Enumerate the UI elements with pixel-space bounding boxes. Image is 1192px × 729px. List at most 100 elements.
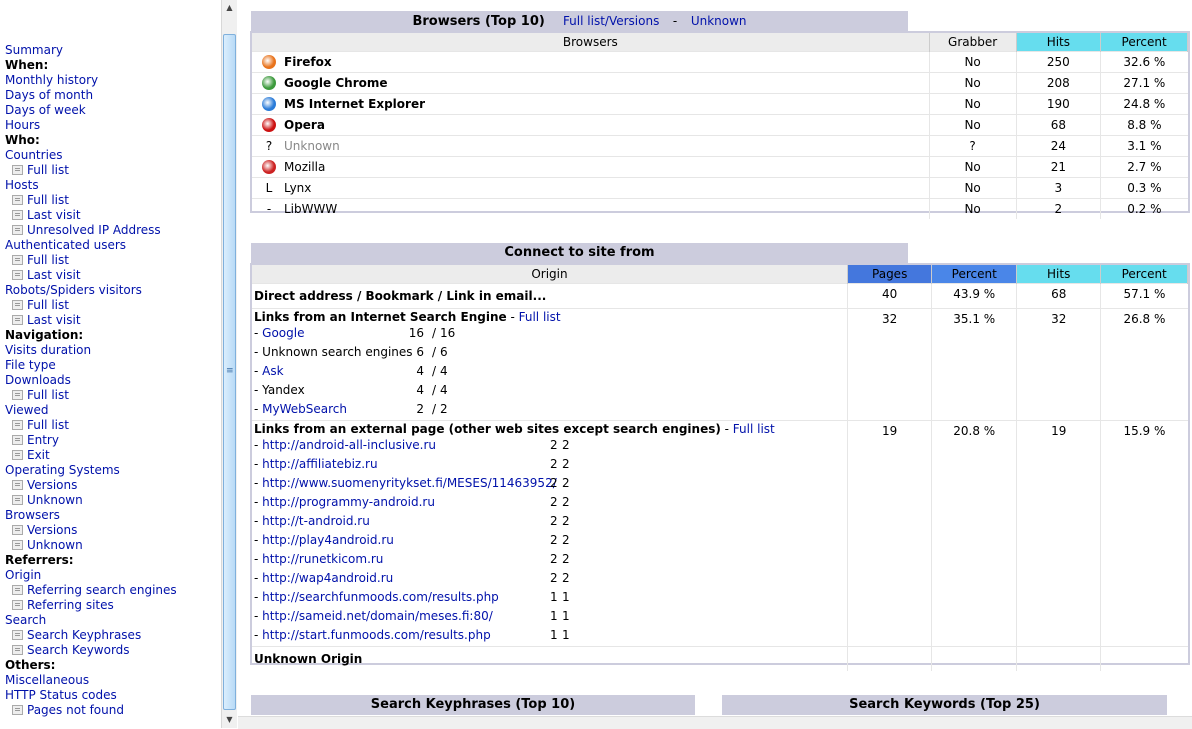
browser-cell: - LibWWW (252, 198, 930, 219)
origin-unknown-row: Unknown Origin (252, 646, 1188, 671)
menu-link[interactable]: Hours (5, 118, 177, 133)
origin-ppct-cell: 35.1 % (931, 308, 1017, 421)
search-engine-name[interactable]: Google (262, 326, 304, 340)
menu-link[interactable]: Summary (5, 43, 177, 58)
external-site-link[interactable]: http://t-android.ru (262, 514, 370, 528)
search-engine-name[interactable]: MyWebSearch (262, 402, 347, 416)
col-hits-percent: Percent (1100, 265, 1188, 284)
menu-link[interactable]: Exit (5, 448, 177, 463)
external-site-link[interactable]: http://wap4android.ru (262, 571, 393, 585)
slash: / (432, 345, 437, 359)
external-site-link[interactable]: http://programmy-android.ru (262, 495, 435, 509)
menu-link[interactable]: Last visit (5, 208, 177, 223)
submenu-icon (12, 435, 23, 445)
browsers-unknown-link[interactable]: Unknown (691, 14, 747, 28)
origin-hits-cell: 19 (1016, 420, 1101, 647)
menu-label: Last visit (27, 268, 81, 282)
browser-row: ? Unknown? 24 3.1 % (252, 135, 1188, 157)
menu-link[interactable]: Search (5, 613, 177, 628)
menu-link[interactable]: Unknown (5, 493, 177, 508)
external-site-hits: 1 (562, 609, 570, 623)
search-engine-hits: 4 (440, 364, 448, 378)
external-full-list-link[interactable]: Full list (733, 422, 775, 436)
origin-hpct-cell: 15.9 % (1100, 420, 1188, 647)
menu-link[interactable]: Full list (5, 193, 177, 208)
origin-hpct-cell: 57.1 % (1100, 283, 1188, 309)
menu-link[interactable]: Monthly history (5, 73, 177, 88)
external-site-link[interactable]: http://runetkicom.ru (262, 552, 383, 566)
menu-label: Who: (5, 133, 40, 147)
browsers-table: Browsers Grabber Hits Percent Firefox No 2… (252, 33, 1188, 219)
external-site-link[interactable]: http://start.funmoods.com/results.php (262, 628, 491, 642)
menu-link[interactable]: Countries (5, 148, 177, 163)
browser-name: Firefox (284, 54, 332, 69)
menu-label: Monthly history (5, 73, 99, 87)
menu-scrollbar[interactable]: ▲ ≡ ▼ (221, 0, 237, 728)
menu-link[interactable]: Operating Systems (5, 463, 177, 478)
origin-unknown-label: Unknown Origin (254, 652, 363, 666)
menu-label: Unresolved IP Address (27, 223, 161, 237)
external-site-link[interactable]: http://sameid.net/domain/meses.fi:80/ (262, 609, 493, 623)
search-full-list-link[interactable]: Full list (519, 310, 561, 324)
menu-link[interactable]: HTTP Status codes (5, 688, 177, 703)
menu-link[interactable]: Authenticated users (5, 238, 177, 253)
submenu-icon (12, 600, 23, 610)
menu-link[interactable]: Versions (5, 478, 177, 493)
menu-link[interactable]: Hosts (5, 178, 177, 193)
external-site-item: - http://www.suomenyritykset.fi/MESES/11… (254, 474, 845, 493)
browser-name: MS Internet Explorer (284, 96, 426, 111)
menu-link[interactable]: Full list (5, 163, 177, 178)
browser-row: Mozilla No 21 2.7 % (252, 156, 1188, 178)
menu-link[interactable]: Visits duration (5, 343, 177, 358)
menu-link[interactable]: Browsers (5, 508, 177, 523)
menu-label: Versions (27, 478, 78, 492)
external-site-link[interactable]: http://www.suomenyritykset.fi/MESES/1146… (262, 476, 557, 490)
menu-link[interactable]: File type (5, 358, 177, 373)
hits-cell: 190 (1015, 93, 1101, 115)
menu-link[interactable]: Referring sites (5, 598, 177, 613)
menu-link[interactable]: Robots/Spiders visitors (5, 283, 177, 298)
menu-link[interactable]: Downloads (5, 373, 177, 388)
menu-link[interactable]: Full list (5, 298, 177, 313)
slash: / (432, 326, 437, 340)
menu-link[interactable]: Last visit (5, 313, 177, 328)
menu-link[interactable]: Search Keyphrases (5, 628, 177, 643)
scroll-up-icon[interactable]: ▲ (223, 1, 236, 14)
title-separator: - (672, 14, 678, 28)
menu-link[interactable]: Versions (5, 523, 177, 538)
menu-link[interactable]: Days of week (5, 103, 177, 118)
external-site-link[interactable]: http://android-all-inclusive.ru (262, 438, 436, 452)
grabber-cell: No (928, 198, 1017, 219)
menu-link[interactable]: Entry (5, 433, 177, 448)
grabber-cell: No (928, 114, 1017, 136)
submenu-icon (12, 195, 23, 205)
external-site-link[interactable]: http://play4android.ru (262, 533, 394, 547)
external-site-item: - http://sameid.net/domain/meses.fi:80/1… (254, 607, 845, 626)
scroll-down-icon[interactable]: ▼ (223, 713, 236, 726)
grabber-cell: No (928, 51, 1017, 73)
list-dash: - (254, 628, 263, 642)
menu-link[interactable]: Full list (5, 418, 177, 433)
menu-link[interactable]: Search Keywords (5, 643, 177, 658)
menu-link[interactable]: Viewed (5, 403, 177, 418)
menu-link[interactable]: Full list (5, 253, 177, 268)
browsers-full-list-link[interactable]: Full list/Versions (563, 14, 659, 28)
menu-link[interactable]: Unresolved IP Address (5, 223, 177, 238)
menu-link[interactable]: Unknown (5, 538, 177, 553)
menu-link[interactable]: Referring search engines (5, 583, 177, 598)
menu-link[interactable]: Origin (5, 568, 177, 583)
external-site-link[interactable]: http://searchfunmoods.com/results.php (262, 590, 499, 604)
firefox-icon (262, 55, 276, 70)
external-site-link[interactable]: http://affiliatebiz.ru (262, 457, 377, 471)
scrollbar-thumb[interactable]: ≡ (223, 34, 236, 710)
search-engine-hits: 16 (440, 326, 456, 340)
menu-link[interactable]: Days of month (5, 88, 177, 103)
col-pages: Pages (847, 265, 933, 284)
menu-link[interactable]: Pages not found (5, 703, 177, 718)
empty-cell (1100, 646, 1188, 671)
menu-link[interactable]: Full list (5, 388, 177, 403)
search-engine-name[interactable]: Ask (262, 364, 283, 378)
menu-link[interactable]: Last visit (5, 268, 177, 283)
menu-link[interactable]: Miscellaneous (5, 673, 177, 688)
horizontal-scrollbar[interactable] (238, 716, 1192, 729)
